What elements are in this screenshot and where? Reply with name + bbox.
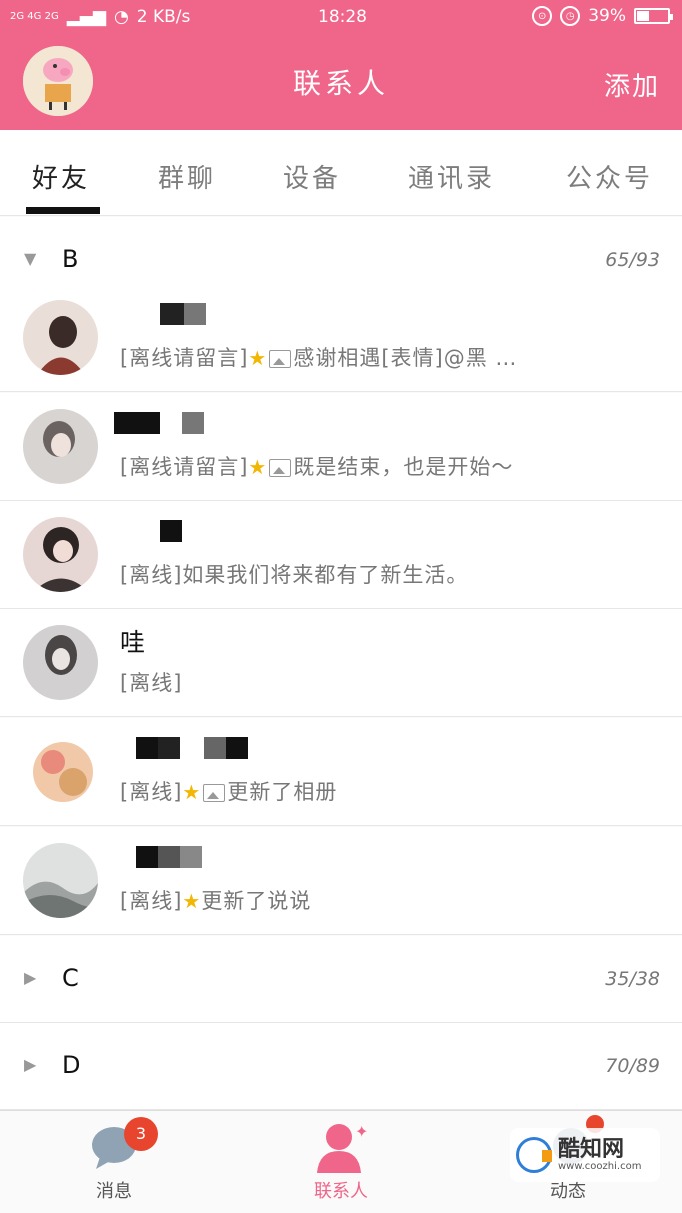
online-status: [离线] (120, 563, 183, 587)
contact-status: [离线]★更新了说说 (120, 885, 311, 915)
tab-groups[interactable]: 群聊 (158, 158, 216, 195)
image-icon (203, 784, 226, 802)
battery-icon (634, 8, 673, 24)
network-indicator: 2G 4G 2G (10, 11, 59, 22)
contact-status: [离线请留言]★ 感谢相遇[表情]@黑 … (120, 342, 517, 372)
group-count: 70/89 (605, 1055, 660, 1077)
star-icon: ★ (248, 455, 268, 479)
add-button[interactable]: 添加 (604, 66, 660, 103)
contact-avatar (23, 517, 98, 592)
contact-row[interactable]: [离线]★更新了说说 (0, 827, 682, 935)
battery-fill (637, 11, 650, 21)
contact-message: 感谢相遇[表情]@黑 … (293, 346, 518, 370)
tab-devices[interactable]: 设备 (283, 158, 341, 195)
status-bar: 2G 4G 2G ▂▄▆ ◔ 2 KB/s 18:28 ⊙ ◷ 39% (0, 0, 682, 36)
contact-name (120, 515, 182, 549)
online-status: [离线] (120, 780, 183, 804)
group-name: D (62, 1051, 81, 1079)
battery-percent: 39% (588, 6, 626, 26)
contact-message: 如果我们将来都有了新生活。 (182, 563, 469, 587)
collapsed-triangle-icon: ▶ (24, 1055, 37, 1074)
group-header-c[interactable]: ▶ C 35/38 (0, 936, 682, 1023)
watermark-url: www.coozhi.com (558, 1160, 642, 1172)
nav-label: 消息 (96, 1181, 132, 1202)
contact-name (120, 298, 206, 332)
contact-tabs: 好友 群聊 设备 通讯录 公众号 (0, 130, 682, 216)
contact-name (114, 407, 204, 441)
group-name: B (62, 245, 79, 273)
collapsed-triangle-icon: ▶ (24, 968, 37, 987)
contact-name (120, 841, 202, 875)
contact-message: 更新了说说 (201, 889, 312, 913)
contact-avatar (23, 409, 98, 484)
online-status: [离线] (120, 889, 183, 913)
image-icon (269, 459, 292, 477)
signal-icon: ▂▄▆ (66, 7, 106, 27)
contact-message: 更新了相册 (227, 780, 338, 804)
contact-name (120, 732, 248, 766)
contact-status: [离线]★ 更新了相册 (120, 776, 337, 806)
contact-row[interactable]: [离线]如果我们将来都有了新生活。 (0, 501, 682, 609)
contact-row[interactable]: [离线请留言]★ 既是结束，也是开始～ (0, 393, 682, 501)
group-header-d[interactable]: ▶ D 70/89 (0, 1023, 682, 1110)
page-title: 联系人 (292, 67, 389, 100)
group-count: 35/38 (605, 968, 660, 990)
contact-status: [离线] (120, 667, 182, 697)
contact-avatar (23, 734, 98, 809)
nav-contacts[interactable]: ✦ 联系人 (261, 1111, 421, 1213)
contact-name: 哇 (120, 623, 145, 657)
contact-message: 既是结束，也是开始～ (293, 455, 514, 479)
contact-avatar (23, 625, 98, 700)
watermark-logo-icon (516, 1137, 552, 1173)
unread-badge: 3 (124, 1117, 158, 1151)
tab-public-accounts[interactable]: 公众号 (566, 158, 653, 195)
nav-messages[interactable]: 3 消息 (34, 1111, 194, 1213)
contact-avatar (23, 843, 98, 918)
wifi-icon: ◔ (113, 7, 129, 27)
image-icon (269, 350, 292, 368)
online-status: [离线] (120, 671, 183, 695)
watermark-text: 酷知网 (558, 1136, 625, 1162)
nav-label: 联系人 (314, 1181, 368, 1202)
tab-friends[interactable]: 好友 (32, 158, 90, 195)
network-speed: 2 KB/s (136, 7, 191, 27)
contact-row[interactable]: [离线]★ 更新了相册 (0, 718, 682, 826)
star-icon: ★ (182, 889, 202, 913)
contact-name-text: 哇 (120, 628, 146, 657)
online-status: [离线请留言] (120, 455, 249, 479)
star-icon: ★ (248, 346, 268, 370)
clock: 18:28 (318, 7, 367, 27)
svg-text:✦: ✦ (355, 1122, 368, 1141)
contact-status: [离线]如果我们将来都有了新生活。 (120, 559, 468, 589)
contact-status: [离线请留言]★ 既是结束，也是开始～ (120, 451, 513, 481)
contact-row[interactable]: 哇 [离线] (0, 609, 682, 717)
top-bar: 2G 4G 2G ▂▄▆ ◔ 2 KB/s 18:28 ⊙ ◷ 39% 联系人 … (0, 0, 682, 130)
contact-person-icon: ✦ (317, 1122, 368, 1173)
alarm-icon: ◷ (560, 6, 581, 26)
group-count: 65/93 (605, 249, 660, 271)
contact-avatar (23, 300, 98, 375)
active-tab-indicator (26, 207, 100, 214)
star-icon: ★ (182, 780, 202, 804)
watermark: 酷知网 www.coozhi.com (510, 1128, 660, 1182)
rotation-lock-icon: ⊙ (532, 6, 553, 26)
online-status: [离线请留言] (120, 346, 249, 370)
tab-address-book[interactable]: 通讯录 (408, 158, 495, 195)
group-name: C (62, 964, 79, 992)
contact-row[interactable]: [离线请留言]★ 感谢相遇[表情]@黑 … (0, 284, 682, 392)
expanded-triangle-icon: ▼ (24, 249, 37, 268)
